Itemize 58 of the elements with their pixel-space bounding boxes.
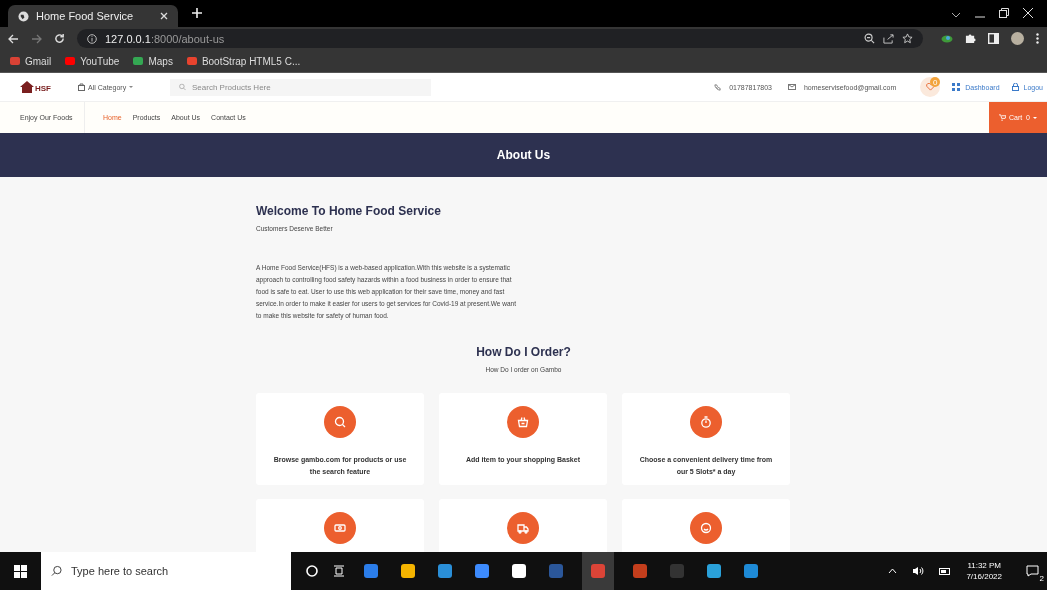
chevron-down-icon[interactable] <box>951 12 961 18</box>
section-heading: How Do I Order? <box>475 345 572 359</box>
info-icon <box>87 33 97 44</box>
extension-icon[interactable] <box>941 33 953 44</box>
cart-icon <box>999 114 1006 121</box>
browser-tab[interactable]: Home Food Service <box>8 5 178 27</box>
bookmark-link[interactable]: BootStrap HTML5 C... <box>186 55 301 67</box>
cortana-circle-icon[interactable] <box>306 565 318 577</box>
task-view-icon[interactable] <box>333 565 345 577</box>
section-heading: Welcome To Home Food Service <box>256 204 442 218</box>
back-arrow-icon[interactable] <box>8 33 19 44</box>
smiley-icon <box>690 512 722 544</box>
house-icon <box>20 81 34 93</box>
new-tab-icon[interactable] <box>192 8 202 18</box>
chat-icon <box>1025 565 1039 577</box>
avatar-icon[interactable] <box>1011 32 1024 45</box>
battery-icon[interactable] <box>939 567 952 575</box>
search-icon <box>324 406 356 438</box>
forward-arrow-icon[interactable] <box>31 33 42 44</box>
caret-icon <box>129 86 134 90</box>
bookmark-link[interactable]: YouTube <box>65 55 120 67</box>
heart-icon <box>925 83 935 91</box>
restore-icon[interactable] <box>999 8 1009 18</box>
envelope-icon <box>787 84 796 90</box>
basket-icon <box>507 406 539 438</box>
share-icon[interactable] <box>883 33 894 44</box>
lock-icon <box>1011 83 1019 91</box>
speaker-icon[interactable] <box>912 566 925 576</box>
grid-icon <box>952 83 961 91</box>
clock-time[interactable]: 11:32 PM <box>967 561 1002 570</box>
close-icon[interactable] <box>160 12 168 20</box>
count-badge: 0 <box>930 77 941 87</box>
bookmark-link[interactable]: Gmail <box>10 55 52 67</box>
star-icon[interactable] <box>902 33 913 44</box>
side-panel-icon[interactable] <box>988 33 999 44</box>
clock-date[interactable]: 7/16/2022 <box>966 572 1002 581</box>
bookmark-link[interactable]: Maps <box>133 55 173 67</box>
reload-icon[interactable] <box>54 33 65 44</box>
zoom-icon[interactable] <box>864 33 875 44</box>
close-icon[interactable] <box>1023 8 1033 18</box>
stopwatch-icon <box>690 406 722 438</box>
logo[interactable]: HSF <box>20 81 70 93</box>
kebab-menu-icon[interactable] <box>1036 33 1039 44</box>
notification-count: 2 <box>1038 574 1045 583</box>
notification-button[interactable]: 2 <box>1017 552 1047 590</box>
address-field[interactable]: 127.0.0.1:8000/about-us <box>77 29 923 48</box>
search-icon <box>51 565 62 577</box>
banknote-icon <box>324 512 356 544</box>
page-title: About Us <box>496 148 551 162</box>
bag-icon <box>78 83 85 91</box>
globe-icon <box>18 10 29 22</box>
truck-icon <box>507 512 539 544</box>
search-icon <box>179 83 186 91</box>
search-field[interactable]: Search Products Here <box>170 78 431 96</box>
puzzle-icon[interactable] <box>965 33 976 44</box>
taskbar-search-field[interactable]: Type here to search <box>41 552 291 590</box>
windows-start-icon[interactable] <box>14 564 27 578</box>
chevron-up-icon[interactable] <box>888 568 898 574</box>
